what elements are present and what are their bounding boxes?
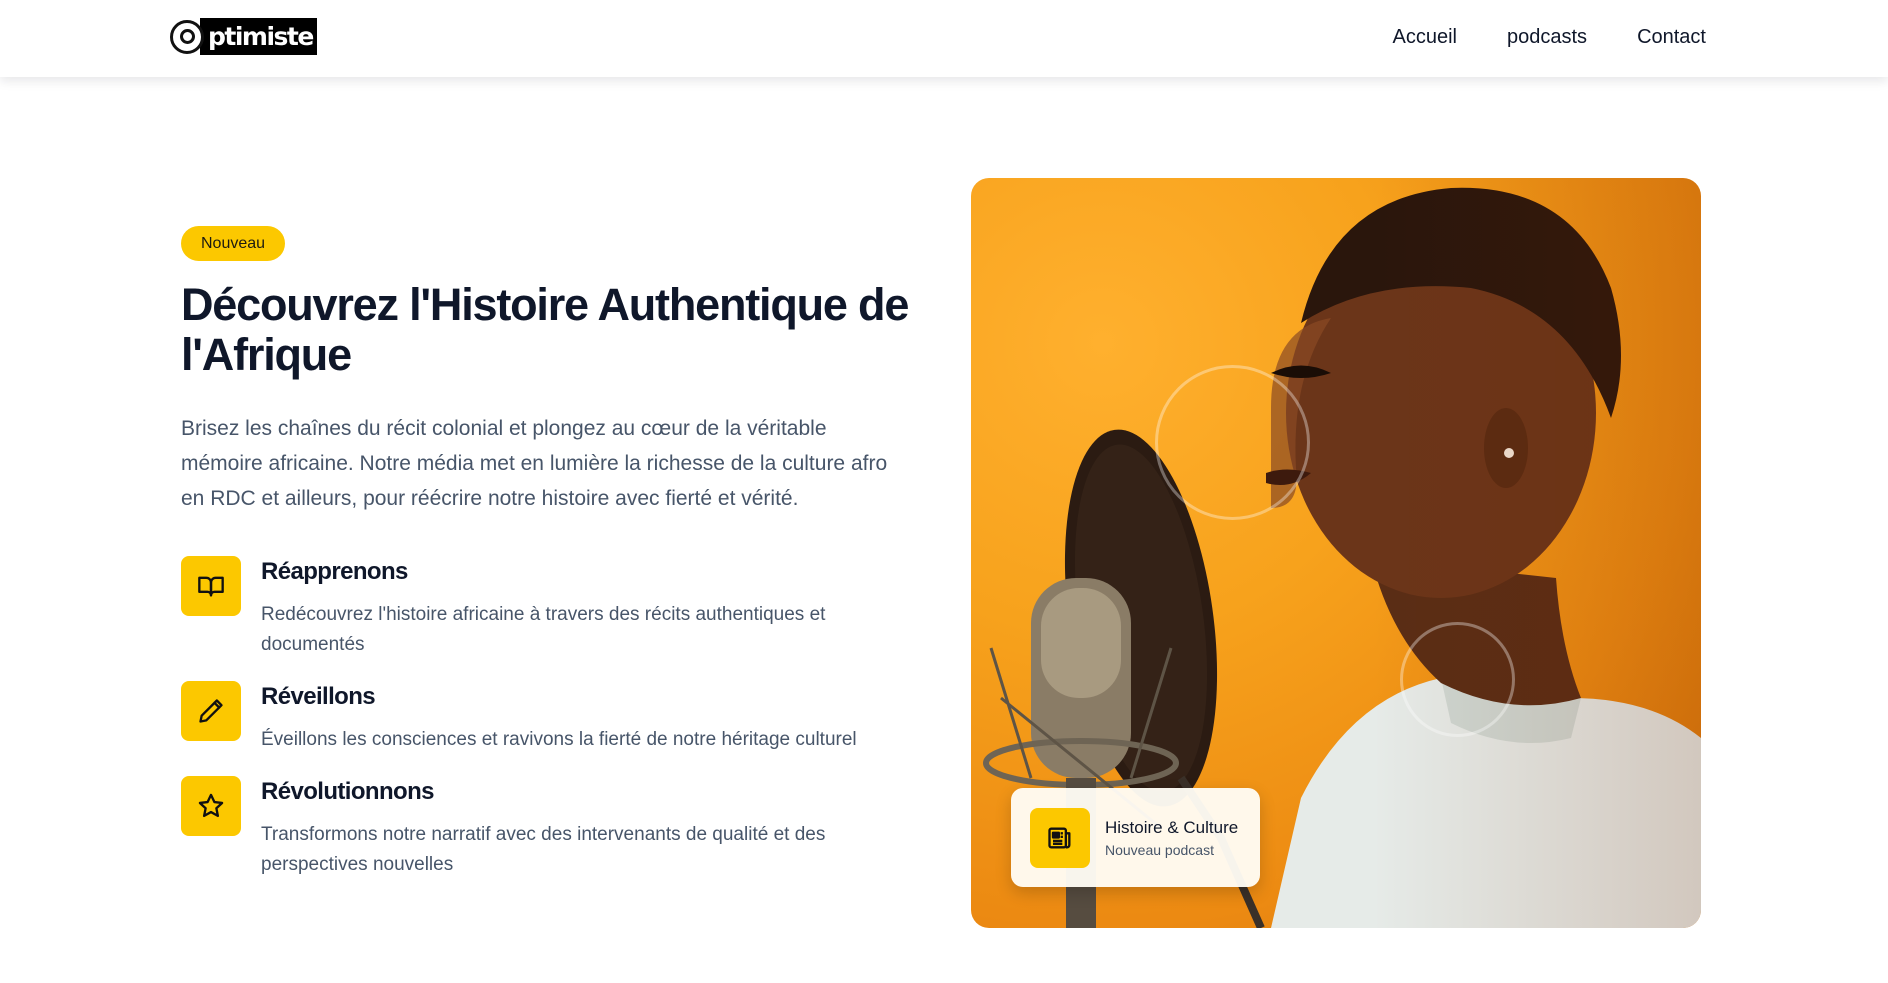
hero-photo: Histoire & Culture Nouveau podcast — [971, 178, 1701, 928]
feature-text: Redécouvrez l'histoire africaine à trave… — [261, 604, 826, 655]
logo-text: ptimiste — [200, 18, 317, 55]
podcast-info-card[interactable]: Histoire & Culture Nouveau podcast — [1011, 788, 1260, 887]
hero-title: Découvrez l'Histoire Authentique de l'Af… — [181, 279, 909, 380]
card-title: Histoire & Culture — [1105, 818, 1239, 837]
brand-logo[interactable]: ptimiste — [170, 18, 317, 55]
star-icon — [181, 776, 241, 836]
main-nav: Accueil podcasts Contact — [1393, 26, 1706, 49]
nav-link-accueil[interactable]: Accueil — [1393, 26, 1457, 49]
feature-title: Réveillons — [261, 683, 376, 710]
card-subtitle: Nouveau podcast — [1105, 842, 1214, 858]
nav-link-contact[interactable]: Contact — [1637, 26, 1706, 49]
navbar: ptimiste Accueil podcasts Contact — [0, 0, 1888, 77]
feature-text: Transformons notre narratif avec des int… — [261, 824, 826, 875]
nav-link-podcasts[interactable]: podcasts — [1507, 26, 1587, 49]
decorative-circle — [1400, 622, 1515, 737]
decorative-circle — [1155, 365, 1310, 520]
pencil-icon — [181, 681, 241, 741]
feature-title: Réapprenons — [261, 558, 408, 585]
newspaper-icon — [1030, 808, 1090, 868]
book-open-icon — [181, 556, 241, 616]
feature-text: Éveillons les consciences et ravivons la… — [261, 729, 857, 750]
feature-title: Révolutionnons — [261, 778, 435, 805]
logo-mark-icon — [170, 19, 204, 54]
new-badge: Nouveau — [181, 226, 286, 261]
hero-description: Brisez les chaînes du récit colonial et … — [181, 417, 888, 510]
